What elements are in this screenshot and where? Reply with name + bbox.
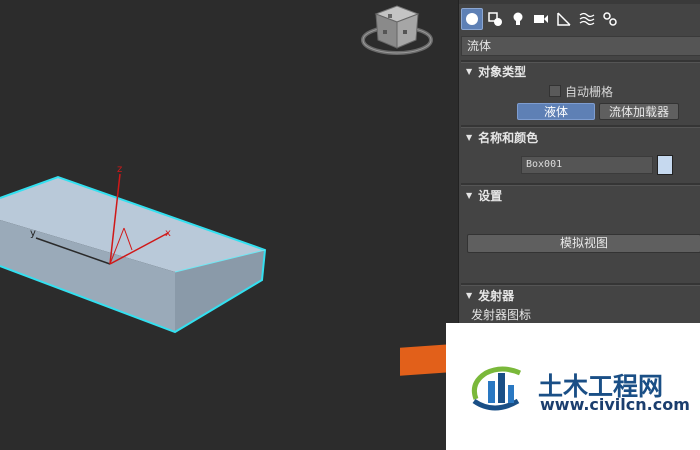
collapse-arrow-icon: ▼ bbox=[466, 190, 473, 200]
civilcn-logo-icon bbox=[471, 366, 522, 411]
create-systems-icon bbox=[603, 12, 617, 26]
autogrid-label: 自动栅格 bbox=[565, 84, 614, 99]
panel-top-strip bbox=[459, 0, 700, 4]
tab-helpers[interactable] bbox=[553, 8, 575, 30]
collapse-arrow-icon: ▼ bbox=[466, 290, 473, 300]
create-geometry-icon bbox=[466, 13, 478, 25]
create-lights-icon bbox=[513, 12, 523, 25]
autogrid-checkbox-row[interactable]: 自动栅格 bbox=[549, 84, 614, 99]
collapse-arrow-icon: ▼ bbox=[466, 66, 473, 76]
tab-spacewarps[interactable] bbox=[576, 8, 598, 30]
rollout-settings[interactable]: ▼ 设置 bbox=[461, 186, 700, 206]
viewport-perspective[interactable]: x y z bbox=[0, 0, 458, 450]
rollout-emitter-title: 发射器 bbox=[478, 289, 515, 303]
category-dropdown[interactable]: 流体 bbox=[461, 36, 700, 56]
autogrid-checkbox[interactable] bbox=[549, 85, 561, 97]
rollout-object-type[interactable]: ▼ 对象类型 bbox=[461, 62, 700, 82]
object-name-field[interactable]: Box001 bbox=[521, 156, 653, 174]
create-shapes-icon bbox=[488, 12, 502, 26]
tab-systems[interactable] bbox=[599, 8, 621, 30]
rollout-emitter[interactable]: ▼ 发射器 bbox=[461, 286, 700, 306]
create-helpers-icon bbox=[557, 12, 571, 26]
watermark-url: www.civilcn.com bbox=[540, 395, 690, 414]
fluid-loader-button[interactable]: 流体加载器 bbox=[599, 103, 679, 120]
rollout-name-color[interactable]: ▼ 名称和颜色 bbox=[461, 128, 700, 148]
tab-lights[interactable] bbox=[507, 8, 529, 30]
viewcube[interactable] bbox=[361, 5, 433, 55]
viewport-canvas[interactable]: x y z bbox=[0, 0, 458, 450]
tab-cameras[interactable] bbox=[530, 8, 552, 30]
gizmo-x-label: x bbox=[165, 228, 171, 239]
create-tab-row bbox=[461, 8, 621, 30]
emitter-icon-label: 发射器图标 bbox=[471, 308, 532, 322]
orange-object[interactable] bbox=[400, 344, 450, 376]
rollout-settings-title: 设置 bbox=[478, 189, 503, 203]
gizmo-y-label: y bbox=[30, 228, 36, 239]
create-spacewarps-icon bbox=[579, 12, 595, 26]
object-color-swatch[interactable] bbox=[657, 155, 673, 175]
liquid-button[interactable]: 液体 bbox=[517, 103, 595, 120]
simulation-view-button[interactable]: 模拟视图 bbox=[467, 234, 700, 253]
watermark: 土木工程网 www.civilcn.com bbox=[446, 323, 700, 450]
rollout-object-type-title: 对象类型 bbox=[478, 65, 527, 79]
gizmo-z-label: z bbox=[117, 164, 122, 175]
tab-shapes[interactable] bbox=[484, 8, 506, 30]
rollout-name-color-title: 名称和颜色 bbox=[478, 131, 539, 145]
collapse-arrow-icon: ▼ bbox=[466, 132, 473, 142]
create-cameras-icon bbox=[534, 15, 548, 23]
tab-geometry[interactable] bbox=[461, 8, 483, 30]
